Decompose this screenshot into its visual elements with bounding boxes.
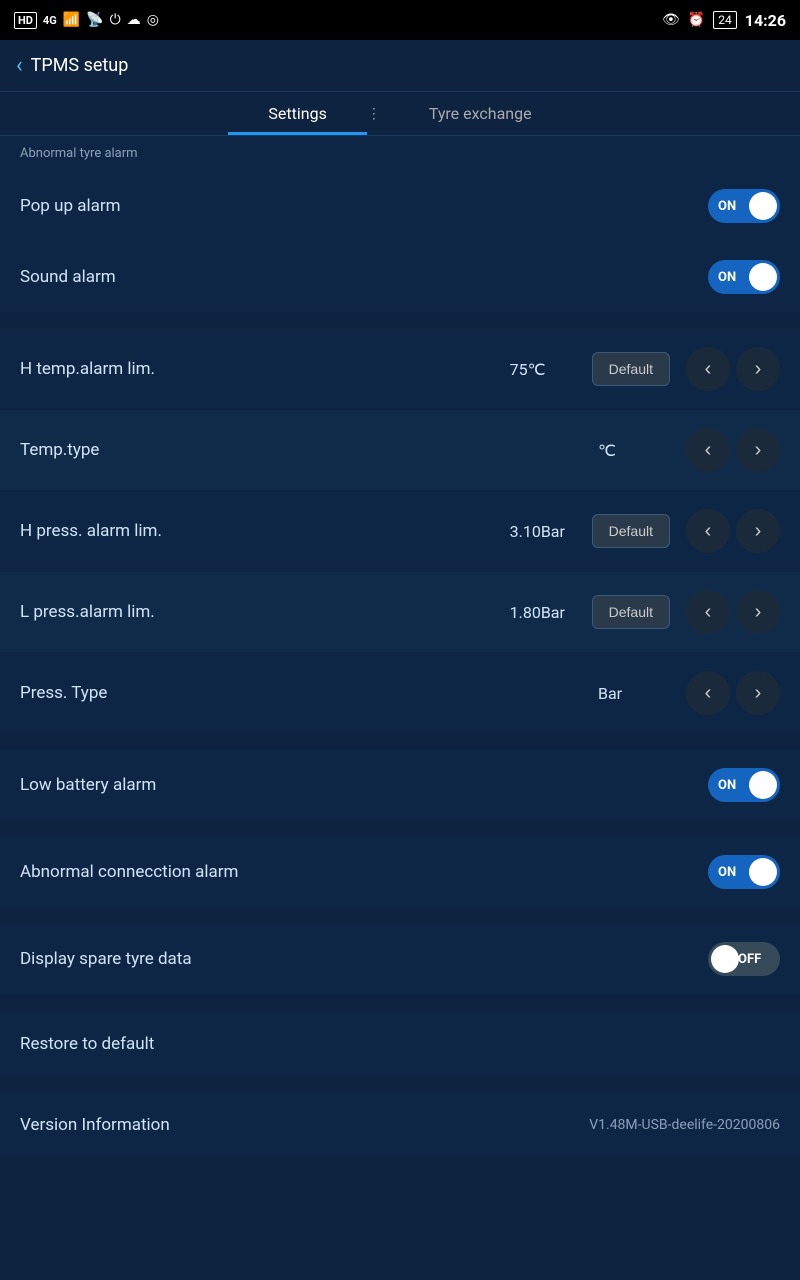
back-button[interactable]: ‹ (16, 53, 23, 78)
separator-6 (0, 1077, 800, 1093)
h-press-prev-button[interactable]: ‹ (686, 509, 730, 553)
h-press-default-button[interactable]: Default (592, 514, 670, 548)
setting-row-low-battery: Low battery alarm ON (0, 750, 800, 821)
setting-row-popup-alarm: Pop up alarm ON (0, 171, 800, 242)
temp-type-prev-button[interactable]: ‹ (686, 428, 730, 472)
setting-row-sound-alarm: Sound alarm ON (0, 242, 800, 313)
status-left: HD 4G 📶 📡 ⏻ ☁ ◎ (14, 12, 159, 29)
low-battery-toggle[interactable]: ON (708, 768, 780, 802)
sound-alarm-toggle-container: ON (708, 260, 780, 294)
battery-indicator: 24 (713, 11, 737, 29)
setting-row-restore[interactable]: Restore to default (0, 1011, 800, 1077)
l-press-value: 1.80Bar (510, 603, 580, 622)
version-label: Version Information (20, 1115, 589, 1135)
press-type-label: Press. Type (20, 683, 598, 703)
temp-type-next-button[interactable]: › (736, 428, 780, 472)
tabs-container: Settings ⋮ Tyre exchange (0, 92, 800, 136)
abnormal-connection-toggle-container: ON (708, 855, 780, 889)
separator-1 (0, 313, 800, 329)
abnormal-connection-toggle[interactable]: ON (708, 855, 780, 889)
setting-row-press-type: Press. Type Bar ‹ › (0, 653, 800, 734)
eye-icon: 👁 (662, 12, 680, 28)
low-battery-label: Low battery alarm (20, 775, 708, 795)
h-temp-label: H temp.alarm lim. (20, 359, 510, 379)
setting-row-l-press: L press.alarm lim. 1.80Bar Default ‹ › (0, 572, 800, 653)
sound-alarm-label: Sound alarm (20, 267, 708, 287)
setting-row-spare-tyre: Display spare tyre data OFF (0, 924, 800, 995)
low-battery-toggle-label: ON (718, 778, 736, 793)
page-title: TPMS setup (31, 55, 129, 76)
tab-settings[interactable]: Settings (228, 92, 366, 135)
spare-tyre-toggle-label: OFF (738, 952, 761, 967)
h-temp-value: 75℃ (510, 360, 580, 379)
alarm-icon: ⏰ (688, 12, 705, 28)
signal-icon: 📶 (63, 12, 80, 28)
cloud-icon: ☁ (127, 12, 141, 28)
power-icon: ⏻ (110, 12, 121, 28)
setting-row-h-temp: H temp.alarm lim. 75℃ Default ‹ › (0, 329, 800, 410)
sound-alarm-knob (749, 263, 777, 291)
version-value: V1.48M-USB-deelife-20200806 (589, 1117, 780, 1133)
hd-badge: HD (14, 12, 37, 29)
popup-alarm-toggle[interactable]: ON (708, 189, 780, 223)
setting-row-temp-type: Temp.type ℃ ‹ › (0, 410, 800, 491)
wifi-icon: 📡 (86, 12, 103, 28)
top-bar: ‹ TPMS setup (0, 40, 800, 92)
l-press-default-button[interactable]: Default (592, 595, 670, 629)
spare-tyre-toggle-container: OFF (708, 942, 780, 976)
popup-alarm-knob (749, 192, 777, 220)
separator-4 (0, 908, 800, 924)
spare-tyre-knob (711, 945, 739, 973)
status-right: 👁 ⏰ 24 14:26 (662, 11, 786, 30)
popup-alarm-toggle-container: ON (708, 189, 780, 223)
h-temp-default-button[interactable]: Default (592, 352, 670, 386)
tab-tyre-exchange[interactable]: Tyre exchange (389, 92, 572, 135)
sound-alarm-toggle-label: ON (718, 270, 736, 285)
temp-type-label: Temp.type (20, 440, 598, 460)
press-type-prev-button[interactable]: ‹ (686, 671, 730, 715)
popup-alarm-label: Pop up alarm (20, 196, 708, 216)
h-temp-prev-button[interactable]: ‹ (686, 347, 730, 391)
setting-row-version: Version Information V1.48M-USB-deelife-2… (0, 1093, 800, 1157)
tab-separator: ⋮ (367, 92, 389, 135)
spare-tyre-label: Display spare tyre data (20, 949, 708, 969)
abnormal-connection-knob (749, 858, 777, 886)
spare-tyre-toggle[interactable]: OFF (708, 942, 780, 976)
restore-label: Restore to default (20, 1034, 780, 1054)
separator-3 (0, 821, 800, 837)
separator-5 (0, 995, 800, 1011)
network-badge: 4G (43, 14, 57, 27)
low-battery-toggle-container: ON (708, 768, 780, 802)
h-temp-next-button[interactable]: › (736, 347, 780, 391)
abnormal-connection-label: Abnormal connecction alarm (20, 862, 708, 882)
setting-row-abnormal-connection: Abnormal connecction alarm ON (0, 837, 800, 908)
setting-row-h-press: H press. alarm lim. 3.10Bar Default ‹ › (0, 491, 800, 572)
abnormal-connection-toggle-label: ON (718, 865, 736, 880)
h-press-next-button[interactable]: › (736, 509, 780, 553)
press-type-value: Bar (598, 684, 668, 703)
l-press-label: L press.alarm lim. (20, 602, 510, 622)
status-bar: HD 4G 📶 📡 ⏻ ☁ ◎ 👁 ⏰ 24 14:26 (0, 0, 800, 40)
clock: 14:26 (745, 11, 786, 30)
separator-2 (0, 734, 800, 750)
l-press-prev-button[interactable]: ‹ (686, 590, 730, 634)
press-type-next-button[interactable]: › (736, 671, 780, 715)
section-label-abnormal: Abnormal tyre alarm (0, 136, 800, 171)
h-press-value: 3.10Bar (510, 522, 580, 541)
popup-alarm-toggle-label: ON (718, 199, 736, 214)
shield-icon: ◎ (147, 12, 159, 28)
sound-alarm-toggle[interactable]: ON (708, 260, 780, 294)
low-battery-knob (749, 771, 777, 799)
settings-list: Pop up alarm ON Sound alarm ON H temp.al… (0, 171, 800, 1157)
temp-type-value: ℃ (598, 441, 668, 460)
h-press-label: H press. alarm lim. (20, 521, 510, 541)
l-press-next-button[interactable]: › (736, 590, 780, 634)
